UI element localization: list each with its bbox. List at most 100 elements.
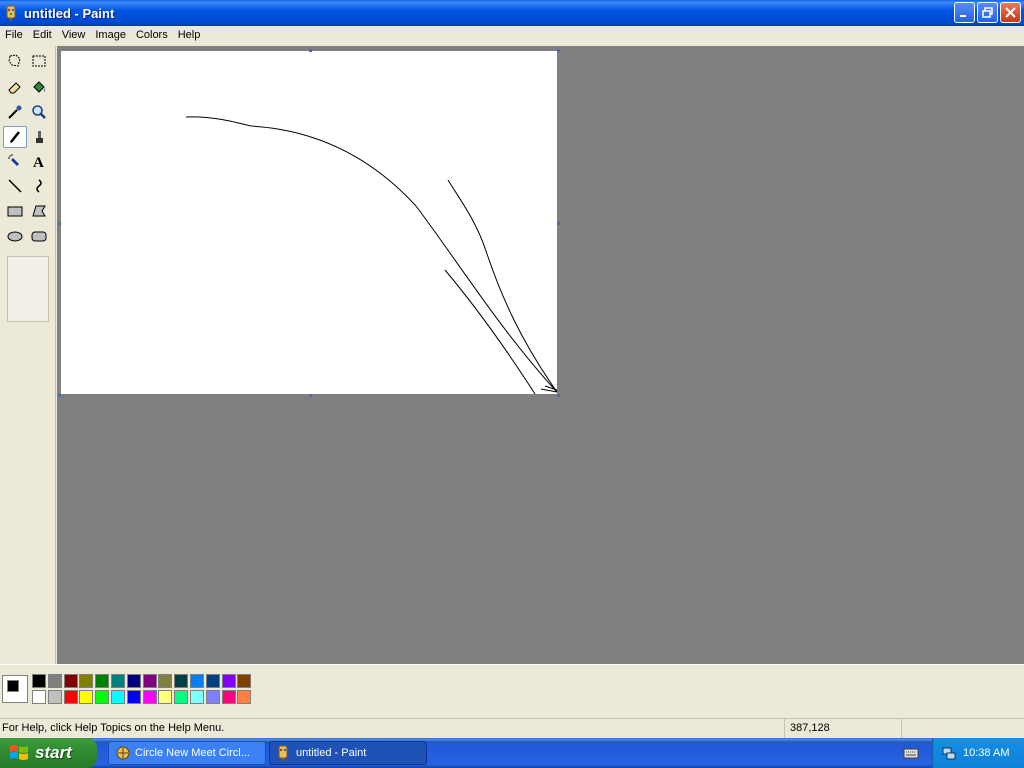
color-swatch[interactable] [111, 690, 125, 704]
foreground-color-swatch [7, 680, 19, 692]
color-swatch[interactable] [142, 690, 157, 704]
pencil-icon [10, 131, 20, 143]
color-swatch[interactable] [126, 690, 141, 704]
color-swatch[interactable] [142, 674, 157, 688]
restore-button[interactable] [977, 2, 998, 23]
close-icon [1005, 7, 1016, 18]
tool-airbrush[interactable] [3, 150, 27, 172]
status-bar: For Help, click Help Topics on the Help … [0, 718, 1024, 739]
clock[interactable]: 10:38 AM [963, 747, 1009, 759]
menu-image[interactable]: Image [90, 26, 131, 44]
color-swatch[interactable] [79, 690, 94, 704]
tool-curve[interactable] [27, 175, 51, 197]
color-swatch[interactable] [174, 674, 189, 688]
color-swatch[interactable] [221, 690, 236, 704]
workspace [57, 46, 1024, 664]
color-swatch[interactable] [32, 674, 46, 688]
window-title: untitled - Paint [24, 5, 115, 21]
tool-options-box[interactable] [7, 256, 49, 322]
canvas-drawing [185, 116, 558, 395]
tool-magnifier[interactable] [27, 101, 51, 123]
color-swatch[interactable] [174, 690, 189, 704]
color-swatch[interactable] [79, 674, 94, 688]
taskbar-item-paint[interactable]: untitled - Paint [269, 741, 427, 765]
rect-select-icon [32, 55, 46, 67]
start-button[interactable]: start [0, 738, 97, 768]
curve-icon [36, 179, 42, 193]
tool-line[interactable] [3, 175, 27, 197]
canvas-resize-handle[interactable] [557, 222, 560, 225]
menu-help[interactable]: Help [173, 26, 206, 44]
color-swatch[interactable] [237, 674, 252, 688]
cursor-coordinates: 387,128 [784, 719, 902, 739]
eyedropper-icon [8, 105, 22, 119]
color-swatch[interactable] [95, 674, 110, 688]
close-button[interactable] [1000, 2, 1021, 23]
tool-brush[interactable] [27, 126, 51, 148]
svg-text:A: A [33, 155, 44, 169]
drawing-canvas[interactable] [61, 51, 558, 395]
tool-pick-color[interactable] [3, 101, 27, 123]
paint-bucket-icon [33, 81, 45, 93]
color-palette [0, 664, 1024, 714]
color-swatch[interactable] [190, 674, 204, 688]
tool-pencil[interactable] [3, 126, 27, 148]
ellipse-icon [7, 231, 23, 242]
paint-app-icon [6, 5, 16, 21]
tool-ellipse[interactable] [3, 225, 27, 247]
tool-select[interactable] [27, 50, 51, 72]
tool-polygon[interactable] [27, 200, 51, 222]
current-colors[interactable] [2, 675, 28, 703]
network-icon[interactable] [941, 745, 957, 761]
color-swatch[interactable] [158, 674, 173, 688]
canvas-resize-handle [58, 394, 61, 397]
canvas-resize-handle[interactable] [557, 394, 560, 397]
windows-logo-icon [10, 745, 28, 760]
menu-colors[interactable]: Colors [131, 26, 173, 44]
color-swatch[interactable] [47, 674, 62, 688]
color-swatch[interactable] [237, 690, 252, 704]
canvas-resize-handle[interactable] [309, 394, 312, 397]
text-icon: A [33, 155, 44, 169]
menu-view[interactable]: View [57, 26, 91, 44]
keyboard-icon[interactable] [903, 745, 919, 761]
color-swatch[interactable] [95, 690, 110, 704]
taskbar-item-label: untitled - Paint [296, 747, 367, 759]
free-select-icon [8, 54, 21, 67]
tool-fill-with-color[interactable] [27, 76, 51, 98]
color-swatch[interactable] [205, 674, 220, 688]
tool-eraser[interactable] [3, 76, 27, 98]
color-swatch[interactable] [111, 674, 125, 688]
color-swatch[interactable] [205, 690, 220, 704]
tool-rectangle[interactable] [3, 200, 27, 222]
canvas-resize-handle [557, 49, 560, 52]
color-swatch[interactable] [47, 690, 62, 704]
color-swatch[interactable] [221, 674, 236, 688]
menu-file[interactable]: File [0, 26, 28, 44]
color-swatch[interactable] [126, 674, 141, 688]
taskbar-item-circle-new-meet[interactable]: Circle New Meet Circl... [108, 741, 266, 765]
polygon-icon [32, 205, 46, 217]
menu-bar: File Edit View Image Colors Help [0, 26, 1024, 44]
color-swatch[interactable] [158, 690, 173, 704]
airbrush-icon [8, 154, 19, 166]
tool-rounded-rectangle[interactable] [27, 225, 51, 247]
minimize-button[interactable] [954, 2, 975, 23]
color-swatch[interactable] [63, 690, 78, 704]
brush-icon [36, 131, 43, 143]
color-swatch[interactable] [32, 690, 46, 704]
paint-app-icon [278, 745, 288, 761]
color-swatch[interactable] [63, 674, 78, 688]
color-swatch[interactable] [190, 690, 204, 704]
menu-edit[interactable]: Edit [28, 26, 57, 44]
status-help-text: For Help, click Help Topics on the Help … [2, 722, 225, 734]
taskbar-item-label: Circle New Meet Circl... [135, 747, 250, 759]
window-controls [954, 2, 1021, 23]
line-icon [8, 179, 22, 193]
title-bar: untitled - Paint [0, 0, 1024, 26]
eraser-icon [8, 82, 21, 94]
tool-free-form-select[interactable] [3, 50, 27, 72]
toolbox: A [0, 46, 56, 664]
tool-text[interactable]: A [27, 150, 51, 172]
system-tray: 10:38 AM [932, 738, 1024, 768]
